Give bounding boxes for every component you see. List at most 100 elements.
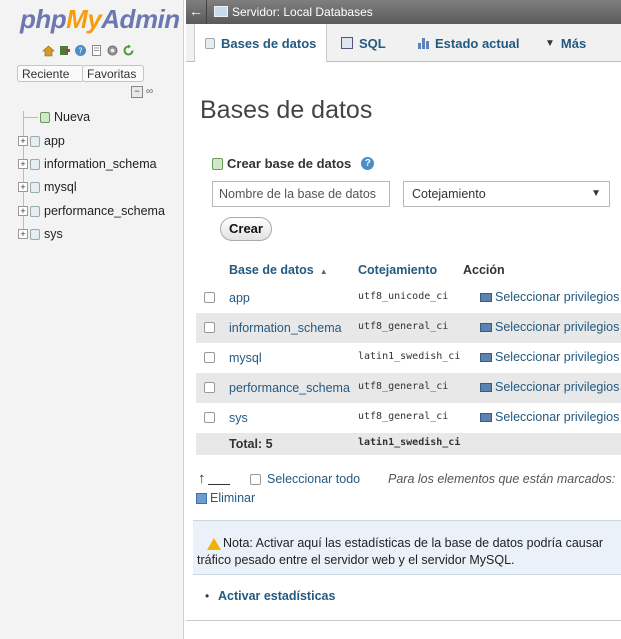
activate-statistics-link[interactable]: Activar estadísticas: [218, 589, 335, 603]
expand-icon[interactable]: +: [18, 206, 28, 216]
column-header-action: Acción: [463, 263, 505, 277]
privileges-icon: [480, 382, 492, 392]
chevron-down-icon: ▼: [545, 37, 555, 49]
back-arrow-icon[interactable]: ←: [186, 0, 207, 24]
delete-button[interactable]: Eliminar: [196, 491, 255, 505]
collation-select[interactable]: Cotejamiento ▼: [403, 181, 610, 207]
tree-item-app[interactable]: + app: [18, 131, 65, 151]
expand-icon[interactable]: +: [18, 182, 28, 192]
row-checkbox[interactable]: [204, 352, 215, 363]
settings-icon[interactable]: [106, 44, 119, 57]
privileges-label: Seleccionar privilegios: [495, 320, 620, 334]
tree-item-sys[interactable]: + sys: [18, 224, 63, 244]
column-header-collation[interactable]: Cotejamiento: [358, 263, 437, 277]
privileges-label: Seleccionar privilegios: [495, 350, 620, 364]
bullet: •: [205, 589, 210, 603]
nav-icon-bar: ?: [42, 44, 135, 57]
exit-icon[interactable]: [58, 44, 71, 57]
arrow-line: [208, 484, 230, 485]
row-checkbox[interactable]: [204, 292, 215, 303]
reload-icon[interactable]: [122, 44, 135, 57]
total-count: Total: 5: [229, 437, 273, 451]
database-link[interactable]: mysql: [229, 351, 262, 365]
privileges-link[interactable]: Seleccionar privilegios: [480, 320, 619, 334]
privileges-icon: [480, 352, 492, 362]
row-collation: utf8_general_ci: [358, 321, 449, 332]
favorites-button[interactable]: Favoritas: [82, 65, 144, 82]
privileges-label: Seleccionar privilegios: [495, 290, 620, 304]
tree-item-label: sys: [44, 227, 63, 241]
logo-my: My: [66, 4, 102, 34]
status-icon: [418, 37, 429, 49]
arrow-up-icon: ↑: [198, 470, 206, 487]
tree-controls: − ∞: [131, 86, 153, 98]
server-topbar: ← Servidor: Local Databases: [186, 0, 621, 24]
privileges-icon: [480, 322, 492, 332]
row-checkbox[interactable]: [204, 382, 215, 393]
docs-icon[interactable]: [90, 44, 103, 57]
chevron-down-icon: ▼: [591, 188, 601, 199]
navigation-panel: phpMyAdmin ? Reciente Favoritas − ∞ Nuev…: [0, 0, 184, 639]
sql-icon: [341, 37, 353, 49]
tab-more[interactable]: ▼ Más: [545, 24, 586, 62]
tree-item-information-schema[interactable]: + information_schema: [18, 154, 157, 174]
database-name-input[interactable]: [212, 181, 390, 207]
database-icon: [30, 205, 40, 217]
notice-box: Nota: Activar aquí las estadísticas de l…: [193, 520, 621, 575]
tree-item-performance-schema[interactable]: + performance_schema: [18, 201, 165, 221]
table-row: information_schema utf8_general_ci Selec…: [196, 313, 621, 343]
expand-icon[interactable]: +: [18, 136, 28, 146]
row-checkbox[interactable]: [204, 322, 215, 333]
privileges-icon: [480, 292, 492, 302]
database-link[interactable]: performance_schema: [229, 381, 350, 395]
database-link[interactable]: sys: [229, 411, 248, 425]
default-collation: latin1_swedish_ci: [358, 437, 461, 448]
tree-item-label: Nueva: [54, 110, 91, 124]
row-collation: utf8_unicode_ci: [358, 291, 449, 302]
tab-status[interactable]: Estado actual: [418, 24, 520, 62]
expand-icon[interactable]: +: [18, 159, 28, 169]
table-row: app utf8_unicode_ci Seleccionar privileg…: [196, 283, 621, 313]
privileges-link[interactable]: Seleccionar privilegios: [480, 290, 619, 304]
privileges-link[interactable]: Seleccionar privilegios: [480, 410, 619, 424]
tab-sql[interactable]: SQL: [341, 24, 386, 62]
tree-item-label: app: [44, 134, 65, 148]
divider: [186, 620, 621, 621]
tree-item-mysql[interactable]: + mysql: [18, 177, 77, 197]
database-icon: [30, 228, 40, 240]
svg-text:?: ?: [78, 47, 82, 56]
database-link[interactable]: app: [229, 291, 250, 305]
database-link[interactable]: information_schema: [229, 321, 342, 335]
table-row: sys utf8_general_ci Seleccionar privileg…: [196, 403, 621, 433]
phpmyadmin-logo[interactable]: phpMyAdmin: [20, 4, 180, 35]
database-icon: [205, 37, 215, 49]
create-button[interactable]: Crear: [220, 217, 272, 241]
tree-item-label: information_schema: [44, 157, 157, 171]
collapse-all-icon[interactable]: −: [131, 86, 143, 98]
create-database-heading: Crear base de datos ?: [212, 156, 375, 171]
table-footer-row: Total: 5 latin1_swedish_ci: [196, 433, 621, 455]
expand-icon[interactable]: +: [18, 229, 28, 239]
help-icon[interactable]: ?: [361, 157, 375, 170]
new-database-icon: [212, 157, 223, 170]
select-all-checkbox[interactable]: [250, 474, 261, 485]
recent-button[interactable]: Reciente: [17, 65, 84, 82]
tab-label: Estado actual: [435, 35, 520, 51]
help-icon[interactable]: ?: [74, 44, 87, 57]
delete-label: Eliminar: [210, 491, 256, 505]
home-icon[interactable]: [42, 44, 55, 57]
database-icon: [30, 135, 40, 147]
link-icon[interactable]: ∞: [146, 86, 153, 98]
select-all-label[interactable]: Seleccionar todo: [267, 472, 360, 486]
server-icon: [214, 6, 228, 17]
privileges-link[interactable]: Seleccionar privilegios: [480, 380, 619, 394]
tree-item-new[interactable]: Nueva: [24, 107, 90, 127]
header-label: Base de datos: [229, 263, 314, 277]
privileges-link[interactable]: Seleccionar privilegios: [480, 350, 619, 364]
tab-databases[interactable]: Bases de datos: [194, 24, 327, 62]
tree-item-label: performance_schema: [44, 204, 165, 218]
row-checkbox[interactable]: [204, 412, 215, 423]
server-breadcrumb[interactable]: Servidor: Local Databases: [232, 5, 373, 19]
column-header-database[interactable]: Base de datos ▲: [229, 263, 328, 277]
marked-items-text: Para los elementos que están marcados:: [388, 472, 616, 486]
